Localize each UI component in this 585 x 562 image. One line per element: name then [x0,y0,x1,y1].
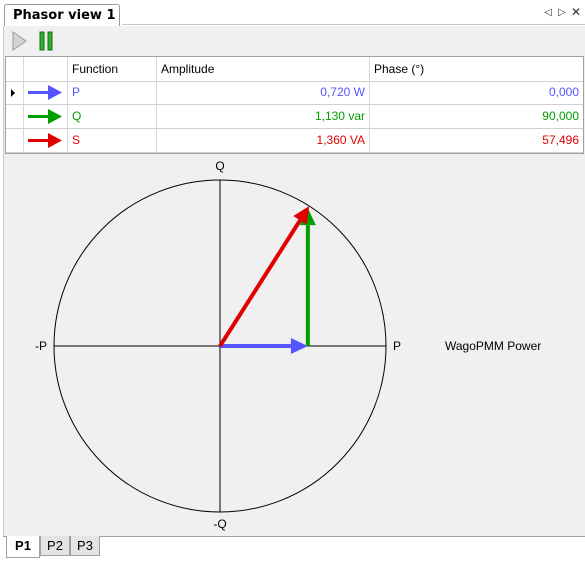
phasor-vector-q [299,208,316,346]
table-row[interactable]: P 0,720 W 0,000 [6,81,583,105]
table-header: Function Amplitude Phase (°) [6,57,583,82]
row-selector[interactable] [6,105,24,128]
scroll-right-icon[interactable]: ▷ [557,7,567,18]
table-row[interactable]: Q 1,130 var 90,000 [6,105,583,129]
document-tab-strip: Phasor view 1 ◁ ▷ ✕ [0,0,585,26]
phasor-vector-s [218,206,310,348]
phasor-diagram: Q -Q -P P WagoPMM Power [5,154,585,536]
header-selector [6,57,24,81]
row-selector[interactable] [6,81,24,104]
header-arrow [24,57,68,81]
axis-label-p: P [393,339,401,353]
pause-button[interactable] [36,30,58,52]
tab-p1[interactable]: P1 [6,536,40,558]
tab-title: Phasor view 1 [13,8,116,23]
table-row[interactable]: S 1,360 VA 57,496 [6,129,583,153]
function-cell: P [68,81,157,104]
amplitude-cell: 1,130 var [157,105,370,128]
phase-cell: 57,496 [542,133,579,147]
scroll-left-icon[interactable]: ◁ [543,7,553,18]
phasor-view-panel: Function Amplitude Phase (°) P 0,720 W 0… [3,26,585,536]
header-amplitude[interactable]: Amplitude [157,57,370,81]
arrow-cell [24,81,68,104]
tab-p3[interactable]: P3 [70,536,100,556]
toolbar [4,26,585,56]
arrow-cell [24,105,68,128]
tab-phasor-view[interactable]: Phasor view 1 [4,4,120,26]
current-row-icon [11,89,15,97]
phasor-diagram-canvas: Q -Q -P P WagoPMM Power [35,159,541,531]
arrow-cell [24,129,68,152]
amplitude-cell: 0,720 W [157,81,370,104]
axis-label-neg-q: -Q [213,517,226,531]
tab-p2[interactable]: P2 [40,536,70,556]
phase-tabs: P1 P2 P3 [3,536,585,562]
phase-cell: 90,000 [542,109,579,123]
pause-icon [39,31,53,51]
header-phase[interactable]: Phase (°) [370,57,583,81]
function-cell: S [68,129,157,152]
window-controls: ◁ ▷ ✕ [543,6,581,18]
phase-cell: 0,000 [548,85,579,99]
arrow-right-icon [28,133,62,148]
play-icon [12,31,27,51]
arrow-right-icon [28,85,62,100]
amplitude-cell: 1,360 VA [157,129,370,152]
arrow-right-icon [28,109,62,124]
header-function[interactable]: Function [68,57,157,81]
phasor-vector-p [220,338,308,354]
axis-label-neg-p: -P [35,339,47,353]
source-label: WagoPMM Power [445,339,541,353]
close-icon[interactable]: ✕ [571,6,581,18]
function-cell: Q [68,105,157,128]
phasor-table: Function Amplitude Phase (°) P 0,720 W 0… [5,56,584,154]
play-button[interactable] [8,30,30,52]
axis-label-q: Q [215,159,224,173]
row-selector[interactable] [6,129,24,152]
vectors-layer [218,206,316,354]
